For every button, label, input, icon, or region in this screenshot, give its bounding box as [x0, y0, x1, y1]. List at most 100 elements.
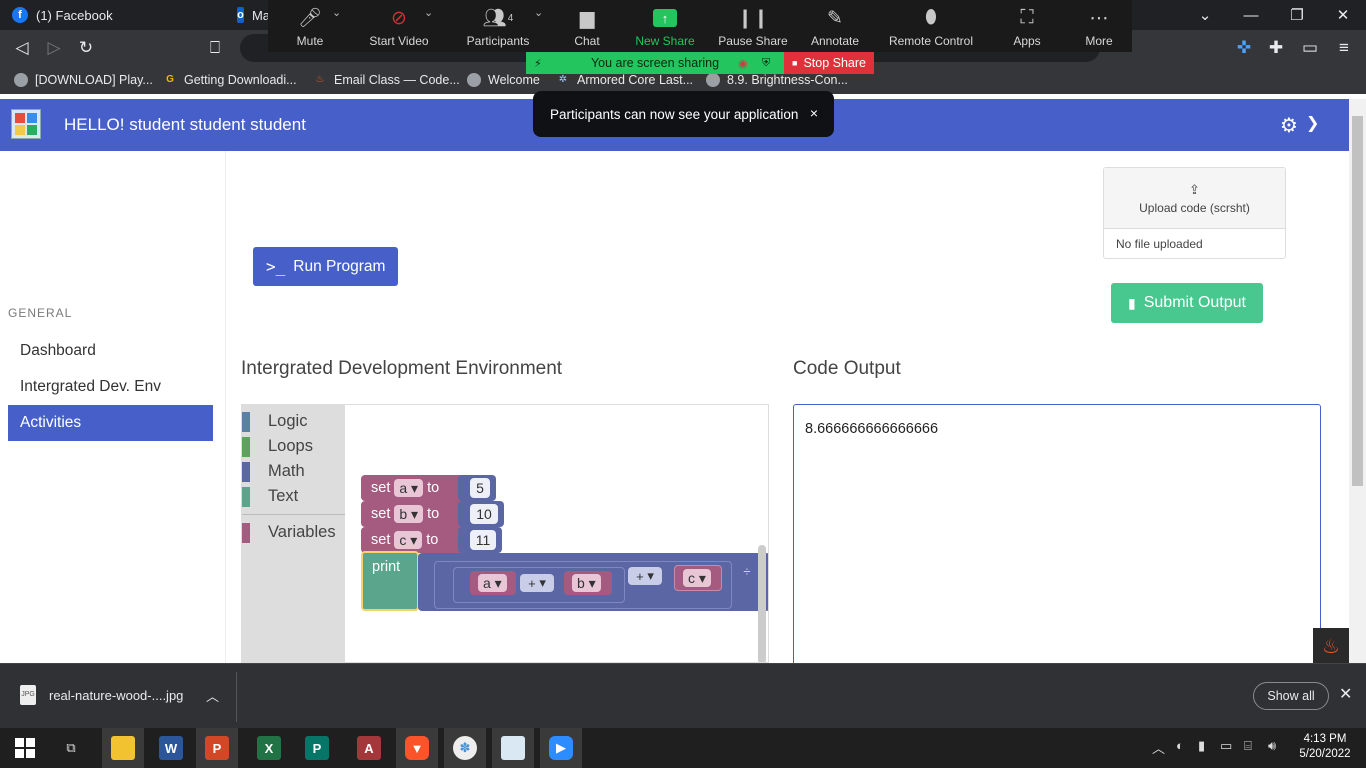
powerpoint-icon[interactable]: P — [196, 728, 238, 768]
close-icon[interactable]: ✕ — [1339, 684, 1352, 704]
operator-dropdown[interactable]: + ▾ — [628, 567, 662, 585]
globe-icon — [706, 73, 720, 87]
new-share-button[interactable]: ↑ New Share — [632, 0, 698, 52]
gear-icon[interactable]: ⚙ — [1280, 113, 1298, 138]
toolbox-category-variables[interactable]: Variables — [242, 521, 336, 543]
pause-share-button[interactable]: ❙❙ Pause Share — [718, 0, 788, 52]
bookmark-item[interactable]: [DOWNLOAD] Play... — [14, 66, 153, 94]
chevron-down-icon[interactable]: ⌄ — [534, 6, 543, 19]
asterisk-icon: ✲ — [558, 74, 568, 85]
bookmark-icon[interactable]: ⎕ — [203, 36, 227, 60]
tab-outlook[interactable]: o Ma — [225, 0, 270, 30]
sidebar-item-activities[interactable]: Activities — [8, 405, 213, 441]
variable-get-block[interactable]: a ▾ — [470, 571, 516, 595]
word-icon[interactable]: W — [150, 728, 192, 768]
sharing-status: You are screen sharing — [590, 56, 720, 70]
windows-start-icon[interactable] — [4, 728, 46, 768]
access-icon[interactable]: A — [348, 728, 390, 768]
close-icon[interactable]: × — [810, 105, 818, 121]
download-item[interactable]: JPG real-nature-wood-....jpg — [20, 685, 183, 705]
file-explorer-icon[interactable] — [102, 728, 144, 768]
variable-dropdown[interactable]: c ▾ — [683, 569, 711, 587]
reload-icon[interactable]: ↻ — [74, 36, 98, 60]
tab-facebook[interactable]: f (1) Facebook — [0, 0, 225, 30]
set-variable-block[interactable]: set c ▾ to — [361, 527, 467, 553]
screen-sharing-banner[interactable]: ⚡ You are screen sharing ◉ ⛨ — [526, 52, 784, 74]
operator-dropdown[interactable]: ÷ — [736, 561, 758, 581]
upload-code-field[interactable]: ⇪ Upload code (scrsht) No file uploaded — [1103, 167, 1286, 259]
participants-button[interactable]: 👥︎ 4 Participants — [464, 0, 532, 52]
workspace-scrollbar[interactable] — [758, 545, 766, 662]
sidebar-item-ide[interactable]: Intergrated Dev. Env — [8, 369, 213, 405]
mute-button[interactable]: 🎤︎ Mute — [286, 0, 334, 52]
variable-get-block[interactable]: b ▾ — [564, 571, 612, 595]
variable-dropdown[interactable]: c ▾ — [394, 531, 423, 549]
wallet-icon[interactable]: ▭ — [1298, 36, 1322, 60]
sidebar-item-dashboard[interactable]: Dashboard — [8, 333, 213, 369]
variable-name: c — [399, 532, 407, 548]
toolbox-category-logic[interactable]: Logic — [242, 410, 307, 432]
zoom-icon[interactable]: ▶ — [540, 728, 582, 768]
set-variable-block[interactable]: set a ▾ to — [361, 475, 467, 501]
menu-icon[interactable]: ≡ — [1332, 36, 1356, 60]
task-view-icon[interactable]: ⧉ — [50, 728, 92, 768]
tab-list-icon[interactable]: ⌄ — [1182, 0, 1228, 30]
excel-icon[interactable]: X — [248, 728, 290, 768]
bookmark-item[interactable]: G Getting Downloadi... — [163, 66, 296, 94]
toolbox-category-text[interactable]: Text — [242, 485, 298, 507]
number-value[interactable]: 10 — [470, 504, 498, 524]
stop-share-button[interactable]: ■ Stop Share — [784, 52, 874, 74]
close-button[interactable]: ✕ — [1320, 0, 1366, 30]
ide-app-icon[interactable] — [492, 728, 534, 768]
apps-button[interactable]: ⛶ Apps — [1004, 0, 1050, 52]
remote-control-button[interactable]: ⬮ Remote Control — [886, 0, 976, 52]
variable-dropdown[interactable]: b ▾ — [394, 505, 424, 523]
network-icon[interactable]: ⌸ — [1244, 738, 1252, 754]
show-all-button[interactable]: Show all — [1253, 682, 1329, 710]
minimize-button[interactable]: — — [1228, 0, 1274, 30]
chevron-down-icon[interactable]: ⌄ — [424, 6, 433, 19]
variable-dropdown[interactable]: b ▾ — [572, 574, 601, 592]
chevron-down-icon[interactable]: ⌄ — [332, 6, 341, 19]
battery-icon[interactable]: ▭ — [1220, 738, 1232, 754]
variable-dropdown[interactable]: a ▾ — [478, 574, 507, 592]
bookmark-item[interactable]: ♨ Email Class — Code... — [313, 66, 460, 94]
brave-browser-icon[interactable]: ▼ — [396, 728, 438, 768]
microphone-icon[interactable]: ▮ — [1198, 738, 1205, 754]
chevron-up-icon[interactable]: ︿ — [206, 686, 219, 705]
number-value[interactable]: 5 — [470, 478, 490, 498]
puzzle-icon[interactable]: ✚ — [1264, 36, 1288, 60]
chevron-up-icon[interactable]: ︿ — [1152, 738, 1165, 757]
forward-icon[interactable]: ▷ — [42, 36, 66, 60]
annotate-label: Annotate — [810, 34, 860, 48]
webcam-icon[interactable]: ◐ — [1176, 738, 1184, 753]
run-program-button[interactable]: >_ Run Program — [253, 247, 398, 286]
operator-dropdown[interactable]: + ▾ — [520, 574, 554, 592]
toolbox-category-loops[interactable]: Loops — [242, 435, 313, 457]
more-button[interactable]: ⋯ More — [1076, 0, 1122, 52]
upload-status: No file uploaded — [1116, 237, 1203, 251]
annotate-button[interactable]: ✎ Annotate — [806, 0, 864, 52]
upload-button[interactable]: ⇪ Upload code (scrsht) — [1104, 168, 1285, 229]
toolbox-category-math[interactable]: Math — [242, 460, 305, 482]
code-output-box[interactable]: 8.666666666666666 — [793, 404, 1321, 674]
chevron-down-icon[interactable]: ❯ — [1306, 113, 1319, 133]
system-clock[interactable]: 4:13 PM 5/20/2022 — [1296, 732, 1354, 762]
number-value[interactable]: 11 — [470, 530, 496, 550]
remote-control-label: Remote Control — [888, 34, 974, 48]
flame-icon[interactable]: ♨ — [1313, 628, 1349, 664]
back-icon[interactable]: ◁ — [10, 36, 34, 60]
volume-icon[interactable]: 🔊︎ — [1268, 738, 1276, 754]
variable-dropdown[interactable]: a ▾ — [394, 479, 424, 497]
extension-icon[interactable]: ✜ — [1232, 36, 1256, 60]
publisher-icon[interactable]: P — [296, 728, 338, 768]
variable-get-block[interactable]: c ▾ — [674, 565, 722, 591]
chat-button[interactable]: ▆ Chat — [564, 0, 610, 52]
submit-output-button[interactable]: ▮ Submit Output — [1111, 283, 1263, 323]
set-variable-block[interactable]: set b ▾ to — [361, 501, 467, 527]
restore-button[interactable]: ❐ — [1274, 0, 1320, 30]
app-icon[interactable]: ✽ — [444, 728, 486, 768]
print-block[interactable]: print — [361, 551, 419, 611]
scrollbar-thumb[interactable] — [1352, 116, 1363, 486]
blockly-workspace[interactable]: Logic Loops Math Text Variables set a ▾ … — [241, 404, 769, 663]
